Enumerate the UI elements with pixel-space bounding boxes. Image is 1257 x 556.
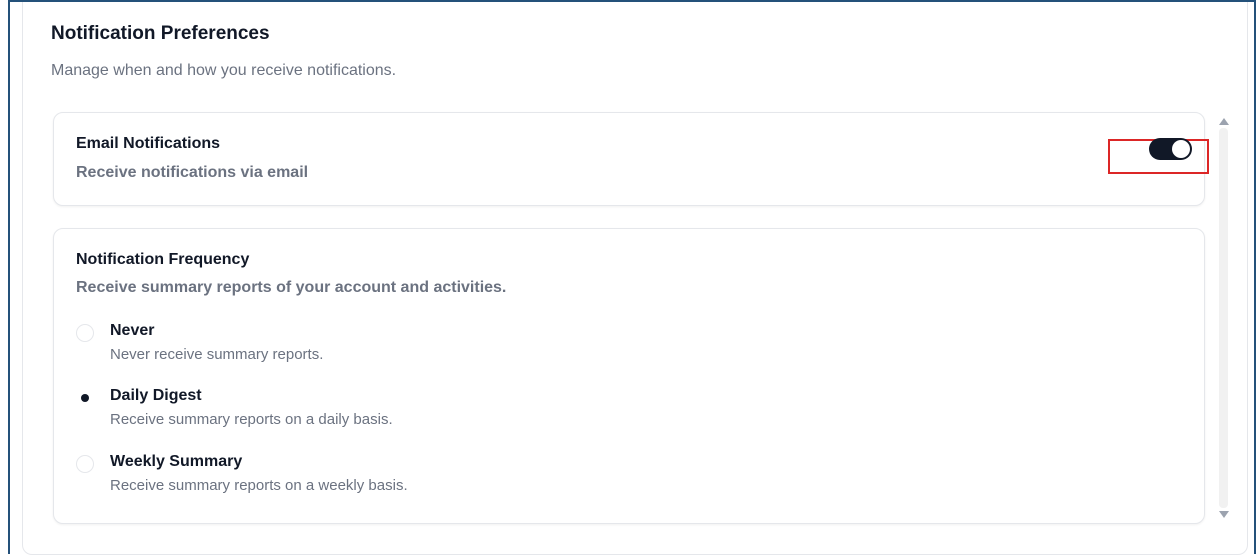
radio-option-daily-digest[interactable]: Daily Digest Receive summary reports on … — [76, 387, 676, 441]
notification-frequency-description: Receive summary reports of your account … — [76, 279, 507, 296]
preferences-panel: Notification Preferences Manage when and… — [22, 2, 1248, 555]
vertical-scrollbar[interactable] — [1215, 112, 1233, 524]
email-notifications-card: Email Notifications Receive notification… — [53, 112, 1205, 206]
radio-option-never[interactable]: Never Never receive summary reports. — [76, 322, 676, 376]
scroll-up-arrow-icon[interactable] — [1219, 118, 1229, 125]
radio-option-description: Receive summary reports on a daily basis… — [110, 411, 393, 428]
radio-button-weekly-summary[interactable] — [76, 455, 94, 473]
notification-frequency-title: Notification Frequency — [76, 251, 250, 268]
notification-frequency-card: Notification Frequency Receive summary r… — [53, 228, 1205, 524]
radio-option-label: Never — [110, 322, 155, 339]
scrollbar-track[interactable] — [1219, 128, 1228, 508]
email-notifications-description: Receive notifications via email — [76, 164, 309, 181]
radio-option-description: Never receive summary reports. — [110, 346, 324, 363]
scroll-down-arrow-icon[interactable] — [1219, 511, 1229, 518]
radio-option-weekly-summary[interactable]: Weekly Summary Receive summary reports o… — [76, 453, 676, 507]
email-notifications-toggle[interactable] — [1149, 138, 1192, 160]
radio-option-label: Daily Digest — [110, 387, 202, 404]
window-frame: Notification Preferences Manage when and… — [8, 0, 1256, 555]
email-notifications-title: Email Notifications — [76, 135, 221, 152]
toggle-knob — [1172, 140, 1190, 158]
radio-option-label: Weekly Summary — [110, 453, 243, 470]
page-title: Notification Preferences — [51, 23, 270, 44]
radio-button-daily-digest[interactable] — [76, 389, 94, 407]
radio-button-never[interactable] — [76, 324, 94, 342]
page-subtitle: Manage when and how you receive notifica… — [51, 62, 397, 79]
radio-option-description: Receive summary reports on a weekly basi… — [110, 477, 408, 494]
